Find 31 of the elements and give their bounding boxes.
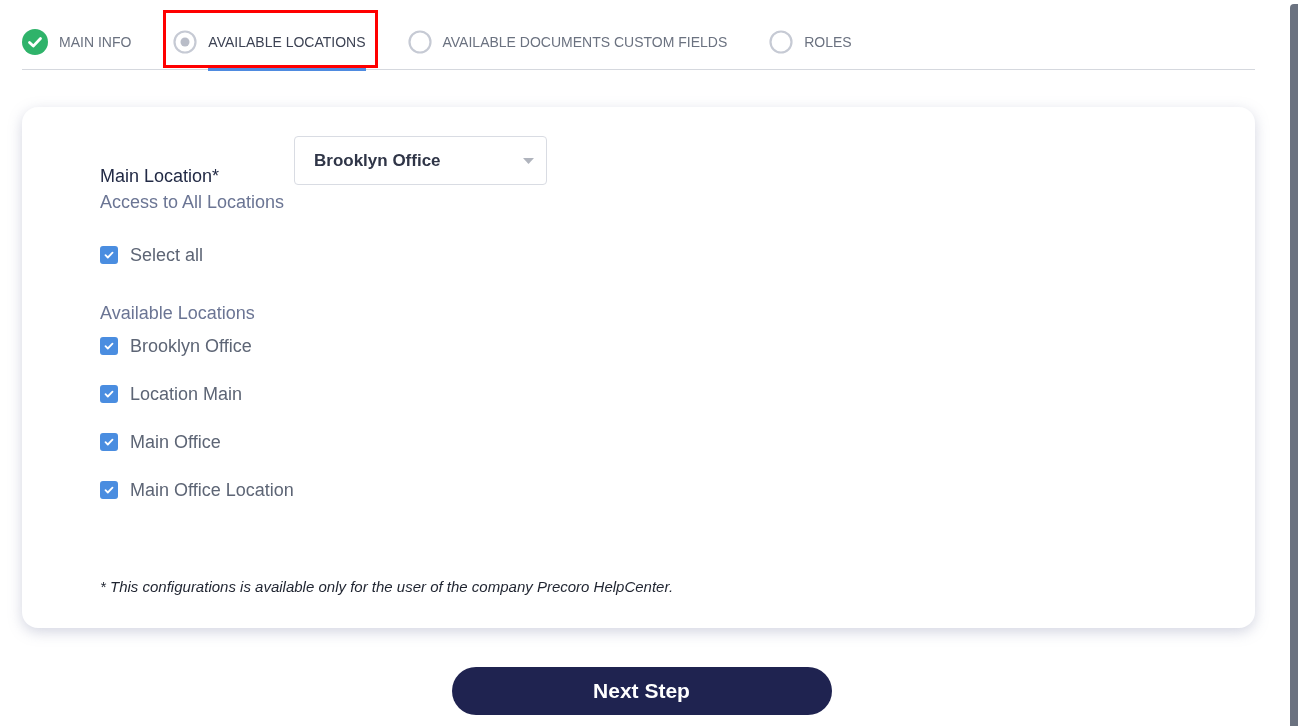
radio-dot-icon (173, 30, 198, 54)
step-tab[interactable]: MAIN INFO (22, 30, 132, 54)
step-tab[interactable]: ROLES (769, 30, 852, 54)
empty-circle-icon (407, 30, 432, 54)
checkbox-label: Location Main (130, 383, 243, 405)
checkbox[interactable] (100, 246, 118, 264)
checkbox[interactable] (100, 433, 118, 451)
check-icon (103, 388, 115, 400)
next-step-button[interactable]: Next Step (451, 667, 832, 715)
step-tab[interactable]: AVAILABLE DOCUMENTS CUSTOM FIELDS (407, 30, 728, 54)
location-dropdown[interactable]: Brooklyn Office (294, 136, 547, 185)
check-icon (103, 484, 115, 496)
section-heading: Access to All Locations (100, 192, 286, 213)
scrollbar[interactable] (1290, 4, 1298, 726)
check-icon (103, 436, 115, 448)
field-label: Main Location* (100, 166, 221, 187)
checkbox-label: Select all (130, 244, 204, 266)
check-icon (103, 249, 115, 261)
checkbox-label: Main Office (130, 431, 221, 453)
check-icon (103, 340, 115, 352)
check-circle-icon (22, 29, 48, 55)
checkbox[interactable] (100, 481, 118, 499)
checkbox-label: Main Office Location (130, 479, 294, 501)
step-tab[interactable]: AVAILABLE LOCATIONS (173, 30, 366, 54)
section-heading: Available Locations (100, 303, 256, 324)
checkbox-label: Brooklyn Office (130, 335, 252, 357)
checkbox[interactable] (100, 337, 118, 355)
empty-circle-icon (769, 30, 794, 54)
checkbox[interactable] (100, 385, 118, 403)
footnote: * This configurations is available only for the user of the company Precoro HelpCenter. (100, 578, 674, 595)
caret-icon (523, 157, 534, 164)
